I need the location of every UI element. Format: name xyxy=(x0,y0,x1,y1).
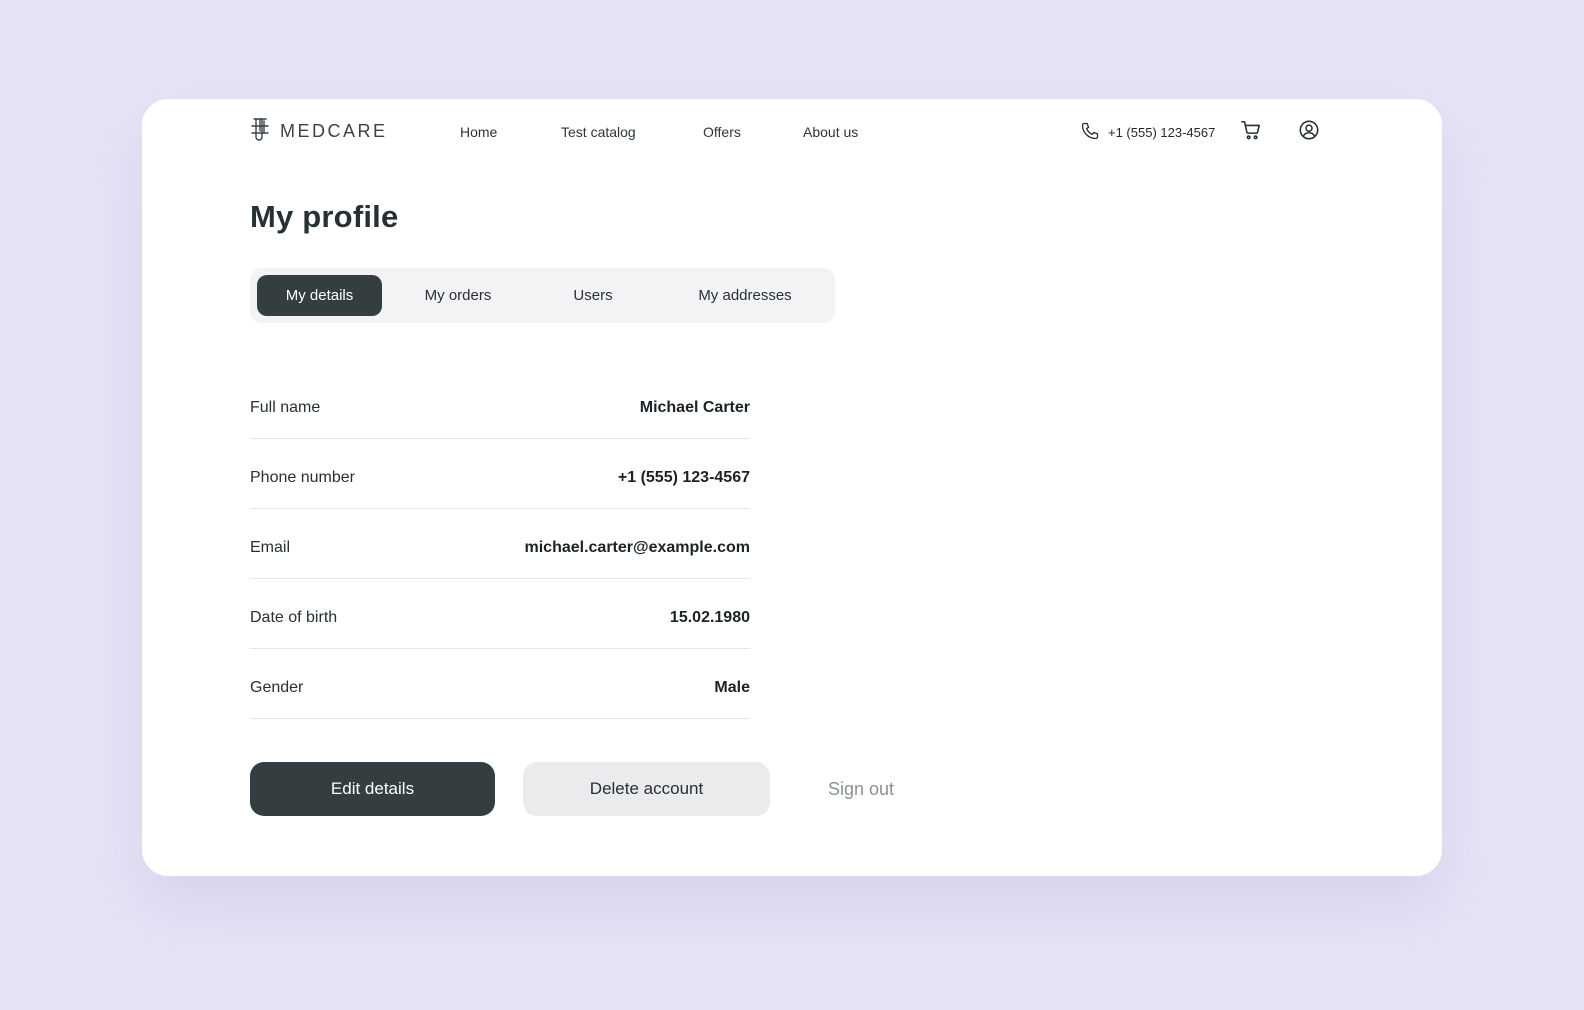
brand-logo[interactable]: MEDCARE xyxy=(250,117,388,145)
sign-out-link[interactable]: Sign out xyxy=(828,779,894,800)
detail-value: Michael Carter xyxy=(639,398,750,416)
detail-row-gender: Gender Male xyxy=(250,649,750,719)
phone-icon xyxy=(1080,121,1100,144)
detail-value: +1 (555) 123-4567 xyxy=(617,468,750,486)
nav-item-about-us[interactable]: About us xyxy=(803,124,858,140)
nav-item-home[interactable]: Home xyxy=(460,124,497,140)
cart-icon xyxy=(1240,119,1262,146)
account-button[interactable] xyxy=(1297,120,1321,144)
contact-phone[interactable]: +1 (555) 123-4567 xyxy=(1080,121,1215,144)
detail-label: Phone number xyxy=(250,468,355,486)
detail-label: Date of birth xyxy=(250,608,338,626)
detail-label: Full name xyxy=(250,398,321,416)
tab-my-orders[interactable]: My orders xyxy=(398,275,518,316)
detail-label: Email xyxy=(250,538,291,556)
detail-label: Gender xyxy=(250,678,304,696)
detail-value: Male xyxy=(714,678,750,696)
page-title: My profile xyxy=(250,199,399,234)
detail-row-date-of-birth: Date of birth 15.02.1980 xyxy=(250,579,750,649)
delete-account-button[interactable]: Delete account xyxy=(523,762,770,816)
tab-my-details[interactable]: My details xyxy=(257,275,382,316)
brand-name: MEDCARE xyxy=(280,120,388,141)
tab-my-addresses[interactable]: My addresses xyxy=(670,275,820,316)
detail-value: 15.02.1980 xyxy=(669,608,750,626)
profile-card: MEDCARE Home Test catalog Offers About u… xyxy=(142,99,1442,876)
phone-number: +1 (555) 123-4567 xyxy=(1108,125,1216,140)
cart-button[interactable] xyxy=(1239,120,1263,144)
tab-users[interactable]: Users xyxy=(540,275,646,316)
details-list: Full name Michael Carter Phone number +1… xyxy=(250,369,750,719)
edit-details-button[interactable]: Edit details xyxy=(250,762,495,816)
profile-tabs: My details My orders Users My addresses xyxy=(250,268,835,323)
detail-row-full-name: Full name Michael Carter xyxy=(250,369,750,439)
detail-value: michael.carter@example.com xyxy=(524,538,751,556)
user-circle-icon xyxy=(1298,119,1320,146)
nav-item-offers[interactable]: Offers xyxy=(703,124,741,140)
detail-row-phone-number: Phone number +1 (555) 123-4567 xyxy=(250,439,750,509)
nav-item-test-catalog[interactable]: Test catalog xyxy=(561,124,636,140)
test-tubes-logo-icon xyxy=(250,117,270,145)
detail-row-email: Email michael.carter@example.com xyxy=(250,509,750,579)
